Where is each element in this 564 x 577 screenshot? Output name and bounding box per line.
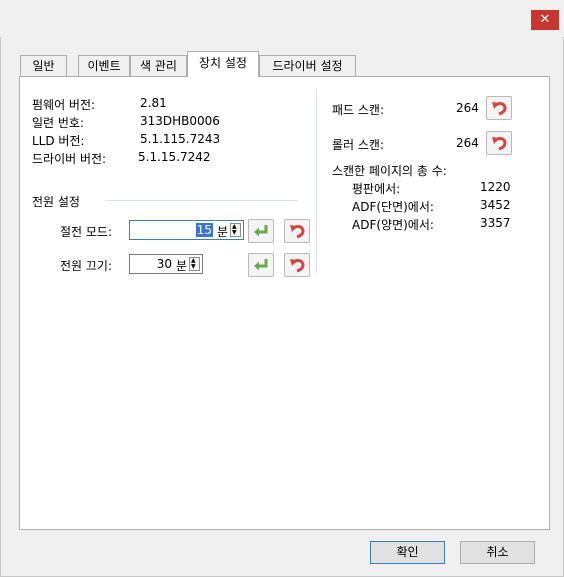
pad-scans-reset-button[interactable] [486,96,512,120]
tab-driver-settings[interactable]: 드라이버 설정 [259,55,356,76]
cancel-button[interactable]: 취소 [460,541,535,564]
adf-simplex-value: 3452 [480,198,511,212]
power-off-value: 30 [156,257,172,271]
tab-device-settings[interactable]: 장치 설정 [187,51,259,77]
roller-scans-value: 264 [456,136,479,150]
driver-version-label: 드라이버 버전: [32,152,107,166]
power-group-label: 전원 설정 [32,195,80,209]
flatbed-value: 1220 [480,180,511,194]
vertical-separator [316,89,317,273]
power-off-apply-button[interactable] [248,253,274,277]
tab-events[interactable]: 이벤트 [78,55,130,76]
lld-label: LLD 버전: [32,134,85,148]
title-bar: ✕ [0,0,564,37]
firmware-value: 2.81 [140,96,167,110]
serial-value: 313DHB0006 [140,114,220,128]
power-off-spinner[interactable]: 30 분 ▲ ▼ [129,254,203,274]
flatbed-label: 평판에서: [352,182,401,196]
sleep-mode-apply-button[interactable] [248,219,274,243]
roller-scans-reset-button[interactable] [486,131,512,155]
sleep-mode-unit: 분 [216,225,228,239]
undo-arrow-icon [492,137,507,151]
device-settings-panel: 펌웨어 버전: 2.81 일련 번호: 313DHB0006 LLD 버전: 5… [19,76,550,530]
adf-duplex-value: 3357 [480,216,511,230]
ok-button[interactable]: 확인 [370,541,445,564]
undo-arrow-icon [290,225,305,239]
power-off-label: 전원 끄기: [60,259,113,273]
pad-scans-value: 264 [456,101,479,115]
enter-arrow-icon [254,259,268,271]
close-button[interactable]: ✕ [531,10,559,30]
undo-arrow-icon [290,259,305,273]
driver-version-value: 5.1.15.7242 [138,150,211,164]
power-off-unit: 분 [175,259,187,273]
roller-scans-label: 롤러 스캔: [332,138,385,152]
sleep-mode-reset-button[interactable] [284,219,310,243]
sleep-mode-value: 15 [195,223,213,237]
power-off-reset-button[interactable] [284,253,310,277]
adf-simplex-label: ADF(단면)에서: [352,200,434,214]
firmware-label: 펌웨어 버전: [32,98,96,112]
pad-scans-label: 패드 스캔: [332,103,385,117]
sleep-mode-label: 절전 모드: [60,225,113,239]
undo-arrow-icon [492,102,507,116]
power-group-line [106,200,298,201]
tab-color-management[interactable]: 색 관리 [130,55,187,76]
power-off-spin-arrows[interactable]: ▲ ▼ [189,257,200,271]
total-pages-label: 스캔한 페이지의 총 수: [332,164,447,178]
lld-value: 5.1.115.7243 [140,132,221,146]
sleep-mode-spin-arrows[interactable]: ▲ ▼ [230,223,241,237]
sleep-mode-spinner[interactable]: 15 분 ▲ ▼ [129,220,244,240]
serial-label: 일련 번호: [32,116,85,130]
adf-duplex-label: ADF(양면)에서: [352,218,434,232]
tab-general[interactable]: 일반 [20,55,67,76]
enter-arrow-icon [254,225,268,237]
